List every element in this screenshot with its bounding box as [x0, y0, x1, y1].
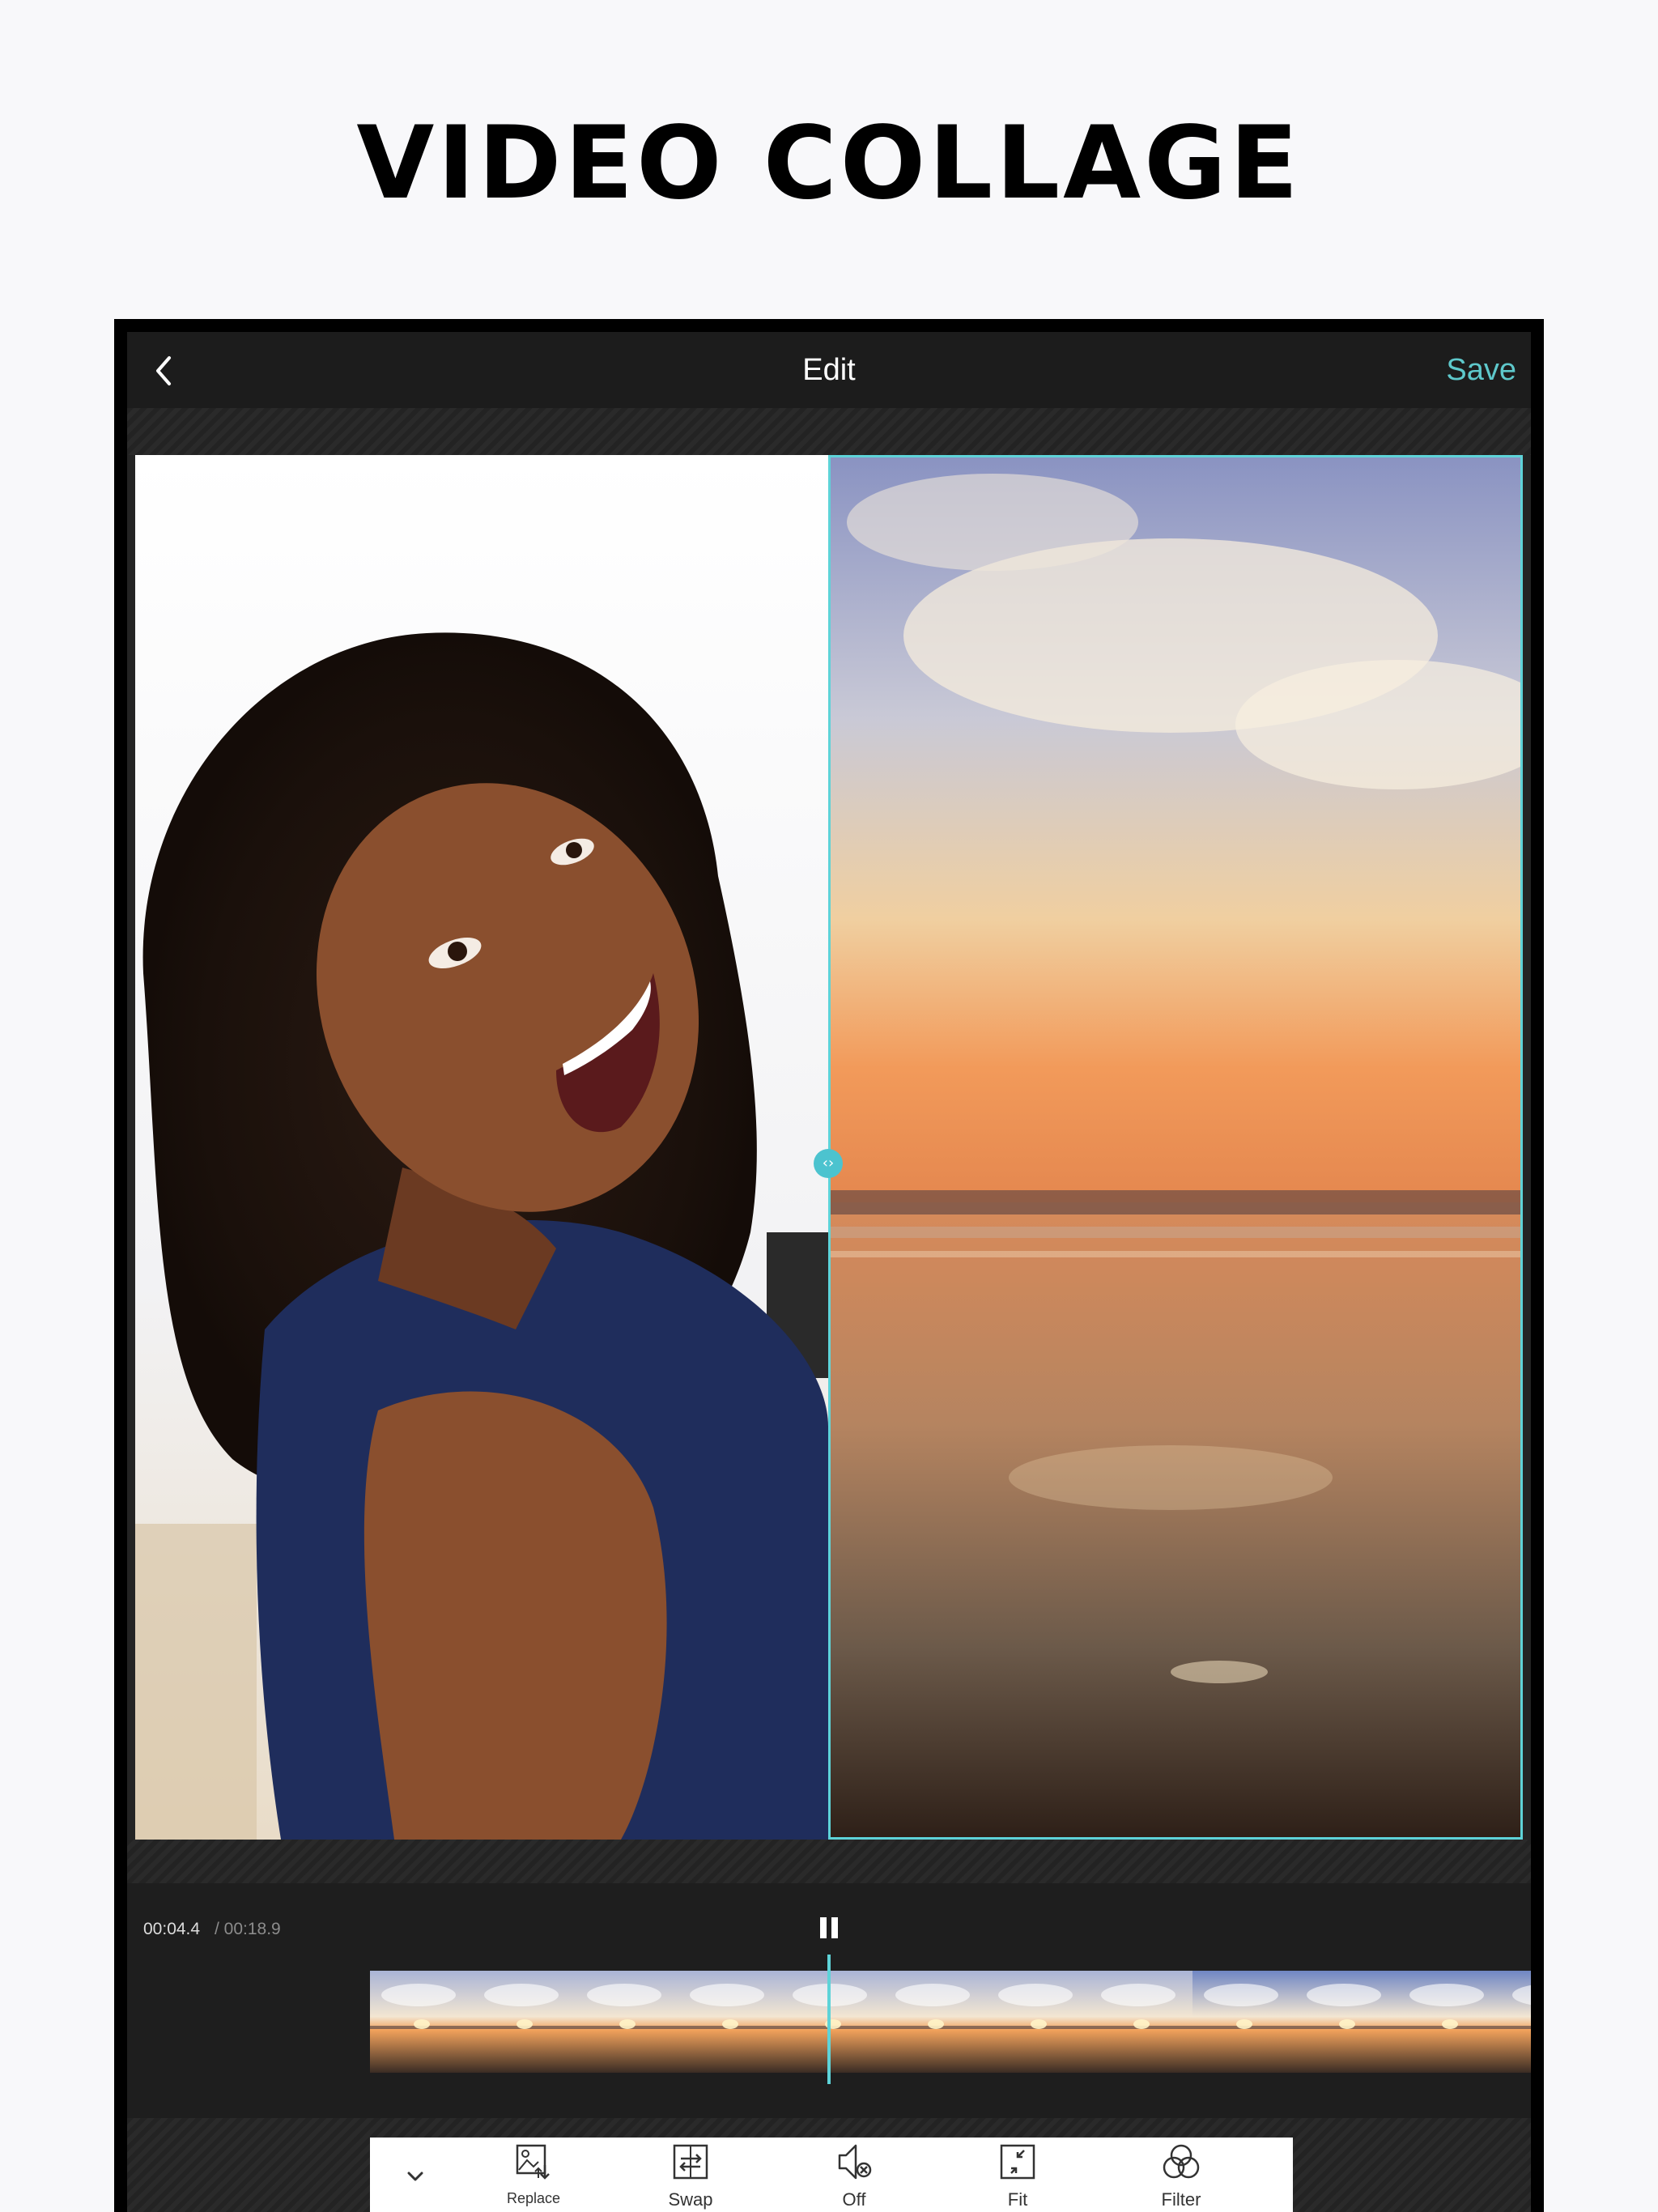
tool-filter[interactable]: Filter: [1124, 2138, 1238, 2212]
tool-sound-off[interactable]: Off: [797, 2138, 911, 2212]
filmstrip-frame: [987, 1971, 1090, 2073]
pause-button[interactable]: [817, 1914, 841, 1942]
tablet-frame: Edit Save ‹› 00:04.4 / 00:18.9 Replace S…: [114, 319, 1544, 2212]
total-duration: / 00:18.9: [215, 1920, 281, 1938]
filmstrip-frame: [1192, 1971, 1295, 2073]
filmstrip-frame: [576, 1971, 678, 2073]
tool-fit-label: Fit: [1007, 2189, 1028, 2210]
fit-icon: [1000, 2144, 1035, 2180]
filmstrip-frame: [678, 1971, 781, 2073]
beach-sunset-photo: [831, 457, 1520, 1837]
filmstrip-frame: [1398, 1971, 1501, 2073]
tool-swap-label: Swap: [668, 2189, 713, 2210]
tool-replace-label: Replace: [506, 2190, 561, 2206]
filmstrip-frame: [884, 1971, 987, 2073]
top-stripe-spacer: [127, 408, 1531, 455]
collapse-toolbar-button[interactable]: [402, 2167, 428, 2186]
replace-icon: [516, 2144, 550, 2180]
tool-swap[interactable]: Swap: [634, 2138, 747, 2212]
middle-stripe-spacer: [127, 1840, 1531, 1883]
chevron-down-icon: [407, 2172, 423, 2181]
save-button[interactable]: Save: [1446, 332, 1516, 408]
app-screen: Edit Save ‹› 00:04.4 / 00:18.9 Replace S…: [127, 332, 1531, 2212]
filter-icon: [1163, 2144, 1200, 2179]
pause-icon-bar: [831, 1917, 838, 1938]
page-title: Edit: [802, 353, 856, 387]
collage-cell-beach[interactable]: [828, 455, 1523, 1840]
portrait-photo: [135, 455, 828, 1840]
filmstrip-frame: [1090, 1971, 1192, 2073]
tool-fit[interactable]: Fit: [961, 2138, 1074, 2212]
tool-replace[interactable]: Replace: [477, 2138, 590, 2212]
tool-filter-label: Filter: [1161, 2189, 1201, 2210]
promo-headline: VIDEO COLLAGE: [356, 105, 1302, 222]
filmstrip-frame: [473, 1971, 576, 2073]
video-filmstrip[interactable]: [370, 1971, 1531, 2073]
collage-cell-portrait[interactable]: [135, 455, 828, 1840]
pause-icon: [820, 1917, 827, 1938]
swap-icon: [673, 2144, 708, 2180]
filmstrip-frame: [1295, 1971, 1398, 2073]
sound-off-icon: [838, 2144, 872, 2180]
divider-handle[interactable]: ‹›: [814, 1149, 843, 1178]
filmstrip-frame: [1501, 1971, 1531, 2073]
tool-sound-off-label: Off: [842, 2189, 866, 2210]
current-time: 00:04.4: [143, 1920, 201, 1938]
playhead-marker[interactable]: [827, 1955, 831, 2084]
collage-canvas: ‹›: [135, 455, 1523, 1840]
edit-toolbar: Replace Swap Off Fit Filter: [370, 2138, 1293, 2212]
filmstrip-frame: [370, 1971, 473, 2073]
filmstrip-frame: [781, 1971, 884, 2073]
navigation-bar: Edit Save: [127, 332, 1531, 408]
timeline-panel: 00:04.4 / 00:18.9: [127, 1883, 1531, 2118]
